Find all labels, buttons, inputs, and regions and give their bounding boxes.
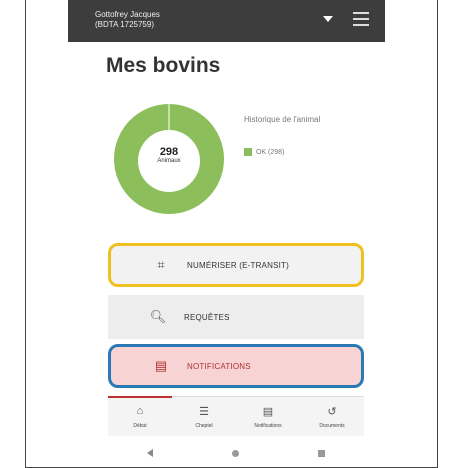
- donut-center: 298 Animaux: [138, 130, 200, 192]
- tab-label: Cheptel: [195, 423, 213, 429]
- search-icon: 🔍︎: [149, 309, 167, 324]
- user-account[interactable]: Gottofrey Jacques (BDTA 1725759): [95, 10, 160, 30]
- menu-icon[interactable]: [353, 12, 369, 26]
- legend-label: OK (298): [256, 148, 285, 156]
- app-bar: Gottofrey Jacques (BDTA 1725759): [68, 0, 385, 42]
- notification-icon: ▤: [154, 358, 168, 373]
- home-nav-icon[interactable]: [231, 449, 239, 457]
- back-icon[interactable]: [147, 449, 154, 457]
- home-icon: ⌂: [136, 405, 144, 417]
- tab-label: Début: [133, 423, 147, 429]
- tab-debut[interactable]: ⌂ Début: [108, 396, 172, 436]
- user-id: (BDTA 1725759): [95, 20, 154, 29]
- notifications-button[interactable]: ▤ NOTIFICATIONS: [108, 344, 364, 388]
- legend-title: Historique de l'animal: [244, 115, 321, 124]
- tab-notifications[interactable]: ▤ Notifications: [236, 397, 300, 436]
- history-icon: ↺: [327, 406, 337, 418]
- tab-documents[interactable]: ↺ Documents: [300, 397, 364, 436]
- tab-cheptel[interactable]: ☰ Cheptel: [172, 397, 236, 436]
- list-icon: ☰: [199, 406, 209, 418]
- account-dropdown-icon[interactable]: [323, 16, 333, 22]
- scan-button[interactable]: ⌗ NUMÉRISER (E-TRANSIT): [108, 243, 364, 287]
- animal-count: 298: [159, 146, 179, 158]
- legend-swatch: [244, 148, 252, 156]
- notifications-label: NOTIFICATIONS: [187, 361, 251, 371]
- requests-label: REQUÊTES: [184, 312, 230, 322]
- scan-label: NUMÉRISER (E-TRANSIT): [187, 260, 289, 270]
- tab-label: Notifications: [254, 423, 282, 429]
- recent-apps-icon[interactable]: [317, 449, 325, 457]
- user-name: Gottofrey Jacques: [95, 10, 160, 19]
- requests-button[interactable]: 🔍︎ REQUÊTES: [108, 295, 364, 339]
- notification-icon: ▤: [262, 406, 274, 418]
- system-nav-bar: [108, 440, 364, 466]
- animal-unit: Animaux: [157, 158, 181, 164]
- tab-label: Documents: [319, 423, 345, 429]
- page-title: Mes bovins: [106, 54, 221, 77]
- bottom-tab-bar: ⌂ Début ☰ Cheptel ▤ Notifications ↺ Docu…: [108, 396, 364, 436]
- qr-scan-icon: ⌗: [157, 257, 165, 272]
- legend-item: OK (298): [244, 148, 284, 156]
